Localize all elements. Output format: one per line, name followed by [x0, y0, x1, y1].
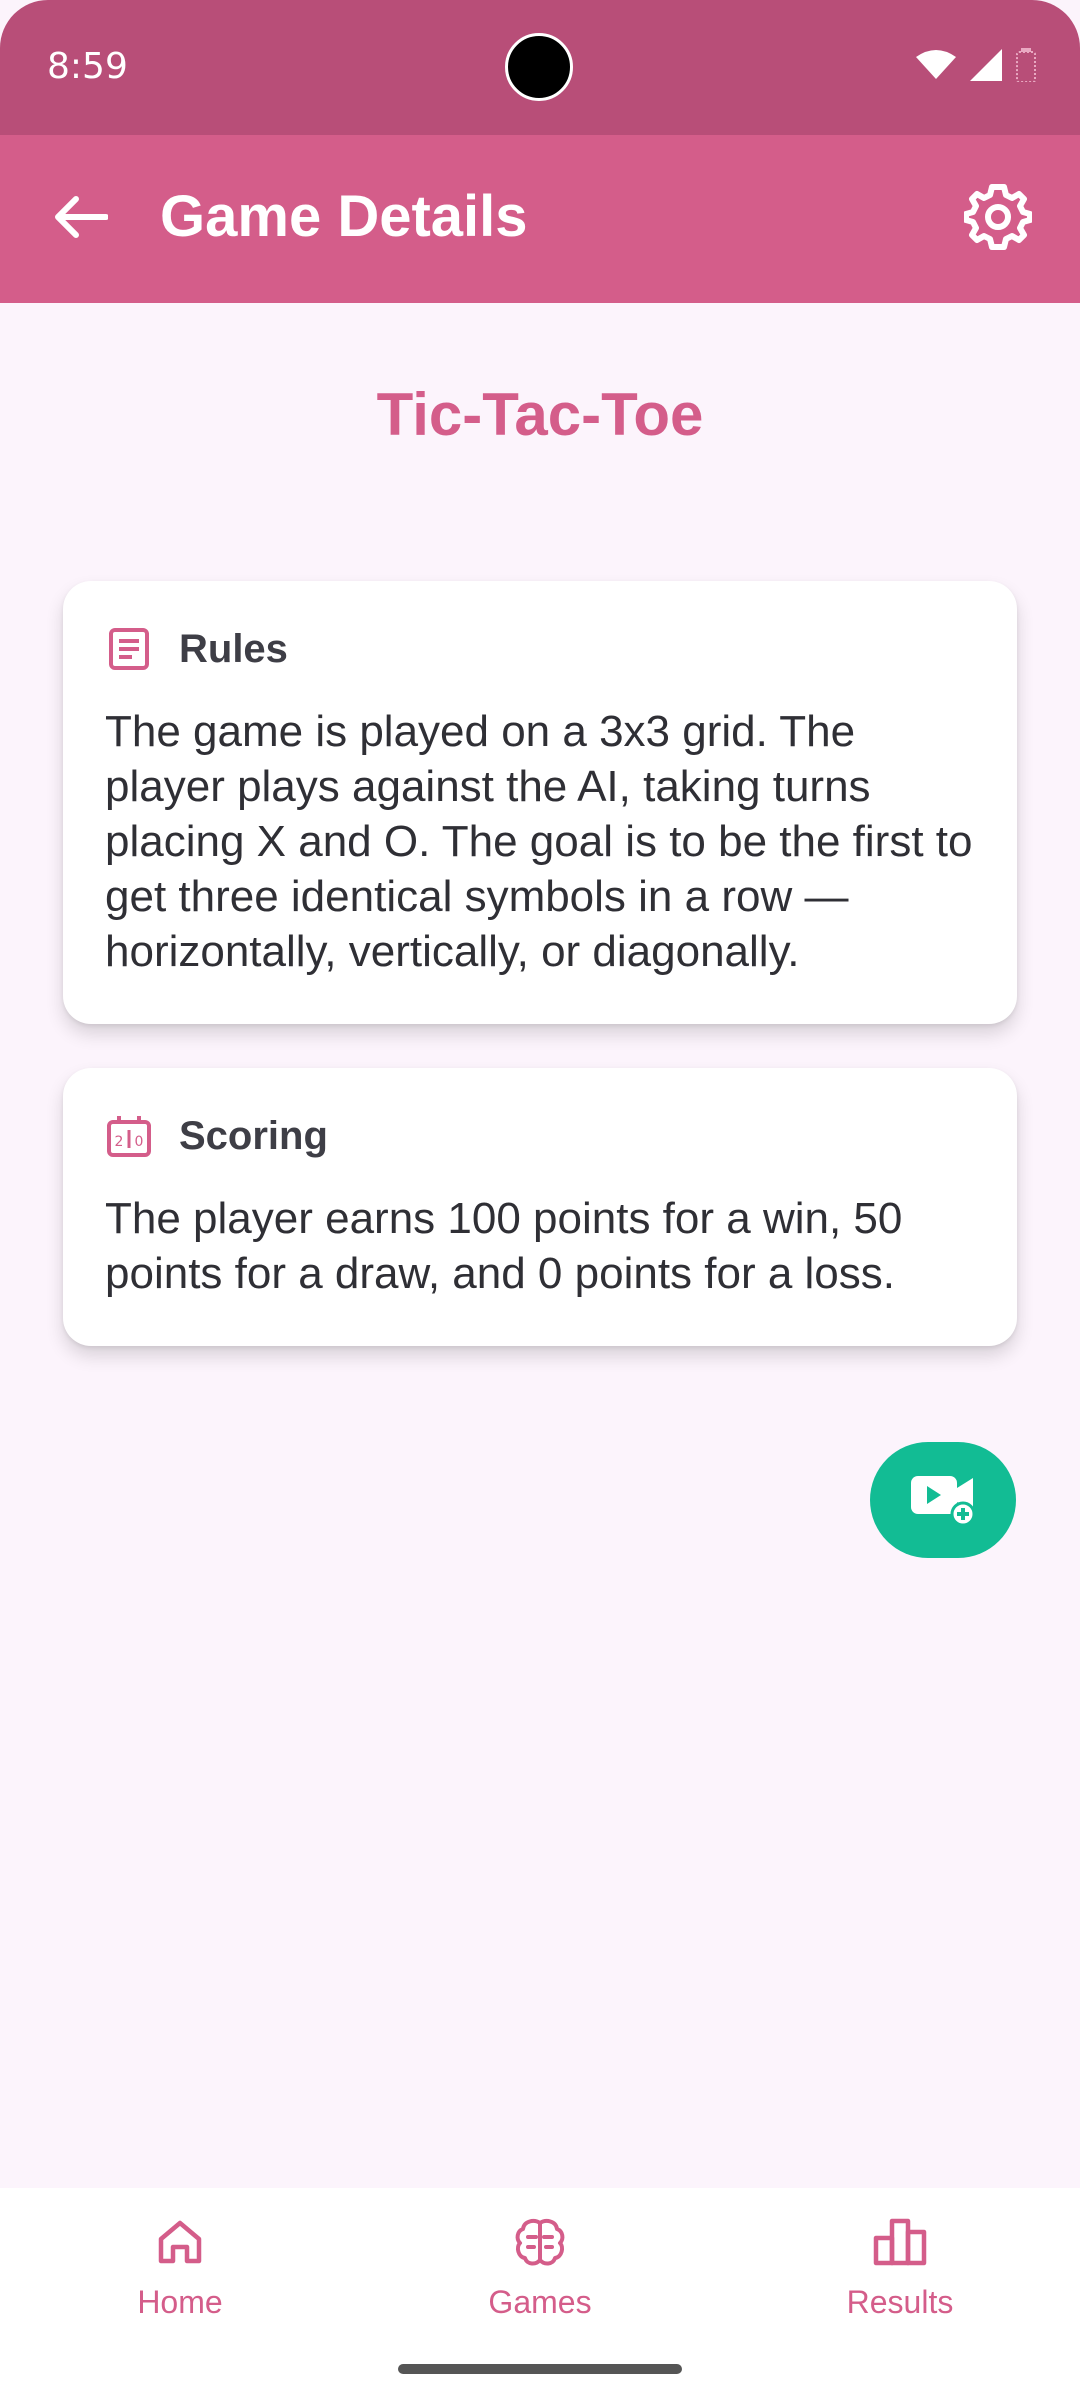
scoring-title: Scoring	[179, 1113, 328, 1158]
settings-button[interactable]	[956, 177, 1040, 261]
page-title: Game Details	[160, 184, 528, 249]
wifi-icon	[916, 49, 956, 86]
scoreboard-icon: 2 0	[105, 1112, 153, 1160]
svg-text:0: 0	[135, 1134, 144, 1150]
rules-title: Rules	[179, 626, 288, 671]
nav-label-games: Games	[488, 2284, 592, 2320]
battery-icon	[1016, 48, 1036, 87]
rules-text: The game is played on a 3x3 grid. The pl…	[105, 707, 973, 976]
nav-label-results: Results	[846, 2284, 954, 2320]
brain-icon	[510, 2212, 570, 2272]
status-icons	[916, 48, 1036, 87]
nav-item-results[interactable]: Results	[790, 2212, 1010, 2321]
nav-item-games[interactable]: Games	[430, 2212, 650, 2321]
svg-text:2: 2	[115, 1134, 124, 1150]
nav-label-home: Home	[137, 2284, 223, 2320]
rules-card-header: Rules	[105, 625, 288, 673]
arrow-left-icon	[52, 195, 109, 244]
app-bar: Game Details	[0, 135, 1080, 303]
document-list-icon	[105, 625, 153, 673]
scoring-card-header: 2 0 Scoring	[105, 1112, 328, 1160]
camera-cutout	[505, 33, 573, 101]
home-icon	[150, 2212, 210, 2272]
rules-card: Rules The game is played on a 3x3 grid. …	[63, 581, 1017, 1024]
status-bar: 8:59	[0, 0, 1080, 135]
nav-item-home[interactable]: Home	[70, 2212, 290, 2321]
status-time: 8:59	[47, 46, 128, 87]
home-indicator[interactable]	[398, 2364, 682, 2374]
add-video-fab[interactable]	[870, 1442, 1016, 1558]
game-title: Tic-Tac-Toe	[376, 381, 704, 448]
back-button[interactable]	[40, 179, 120, 259]
gear-icon	[963, 183, 1033, 256]
bar-chart-icon	[870, 2212, 930, 2272]
scoring-text: The player earns 100 points for a win, 5…	[105, 1194, 903, 1298]
video-add-icon	[907, 1470, 979, 1531]
scoring-card: 2 0 Scoring The player earns 100 points …	[63, 1068, 1017, 1346]
signal-icon	[970, 49, 1002, 86]
